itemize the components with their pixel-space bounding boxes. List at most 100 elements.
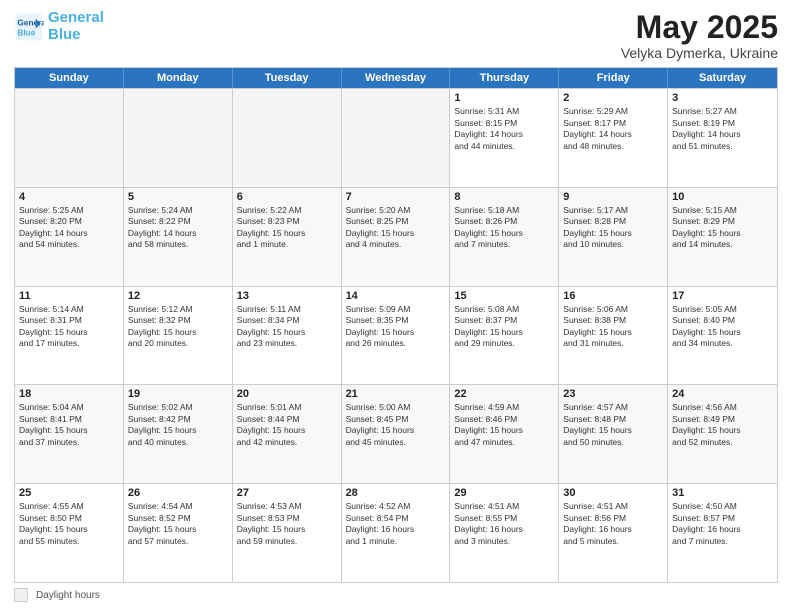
cell-4-6: 31Sunrise: 4:50 AM Sunset: 8:57 PM Dayli… [668, 484, 777, 582]
cell-3-2: 20 Sunrise: 5:01 AM Sunset: 8:44 PM Dayli… [233, 385, 342, 483]
day-num-12: 12 [128, 290, 228, 302]
day-num-18: 18 [19, 388, 119, 400]
cell-text-3-0: Sunrise: 5:04 AM Sunset: 8:41 PM Dayligh… [19, 402, 119, 448]
day-num-15: 15 [454, 290, 554, 302]
cell-1-6: 10 Sunrise: 5:15 AM Sunset: 8:29 PM Dayli… [668, 188, 777, 286]
cell-1-4: 8 Sunrise: 5:18 AM Sunset: 8:26 PM Daylig… [450, 188, 559, 286]
cell-3-6: 24Sunrise: 4:56 AM Sunset: 8:49 PM Dayli… [668, 385, 777, 483]
day-num-27: 27 [237, 487, 337, 499]
day-num-7: 7 [346, 191, 446, 203]
day-num-31: 31 [672, 487, 773, 499]
cell-4-1: 26 Sunrise: 4:54 AM Sunset: 8:52 PM Dayli… [124, 484, 233, 582]
calendar-row-0: 1Sunrise: 5:31 AM Sunset: 8:15 PM Daylig… [15, 88, 777, 187]
cell-text-4-4: Sunrise: 4:51 AM Sunset: 8:55 PM Dayligh… [454, 501, 554, 547]
day-num-13: 13 [237, 290, 337, 302]
logo-general: General [48, 9, 104, 26]
header: General Blue General Blue May 2025 Velyk… [14, 10, 778, 61]
cell-0-1 [124, 89, 233, 187]
cell-2-6: 17 Sunrise: 5:05 AM Sunset: 8:40 PM Dayli… [668, 287, 777, 385]
cell-text-4-3: Sunrise: 4:52 AM Sunset: 8:54 PM Dayligh… [346, 501, 446, 547]
cell-3-0: 18 Sunrise: 5:04 AM Sunset: 8:41 PM Dayli… [15, 385, 124, 483]
day-num-22: 22 [454, 388, 554, 400]
calendar-row-1: 4 Sunrise: 5:25 AM Sunset: 8:20 PM Daylig… [15, 187, 777, 286]
day-num-5: 5 [128, 191, 228, 203]
cell-text-0-4: Sunrise: 5:31 AM Sunset: 8:15 PM Dayligh… [454, 106, 554, 152]
cell-text-4-1: Sunrise: 4:54 AM Sunset: 8:52 PM Dayligh… [128, 501, 228, 547]
day-num-23: 23 [563, 388, 663, 400]
cell-4-3: 28 Sunrise: 4:52 AM Sunset: 8:54 PM Dayli… [342, 484, 451, 582]
cell-3-1: 19Sunrise: 5:02 AM Sunset: 8:42 PM Dayli… [124, 385, 233, 483]
logo: General Blue General Blue [14, 10, 104, 43]
logo-icon: General Blue [14, 12, 44, 42]
cell-text-2-2: Sunrise: 5:11 AM Sunset: 8:34 PM Dayligh… [237, 304, 337, 350]
calendar-row-4: 25Sunrise: 4:55 AM Sunset: 8:50 PM Dayli… [15, 483, 777, 582]
cell-text-2-6: Sunrise: 5:05 AM Sunset: 8:40 PM Dayligh… [672, 304, 773, 350]
cell-text-3-3: Sunrise: 5:00 AM Sunset: 8:45 PM Dayligh… [346, 402, 446, 448]
day-num-8: 8 [454, 191, 554, 203]
title-block: May 2025 Velyka Dymerka, Ukraine [621, 10, 778, 61]
calendar-row-2: 11Sunrise: 5:14 AM Sunset: 8:31 PM Dayli… [15, 286, 777, 385]
cell-1-3: 7 Sunrise: 5:20 AM Sunset: 8:25 PM Daylig… [342, 188, 451, 286]
header-friday: Friday [559, 68, 668, 88]
day-num-10: 10 [672, 191, 773, 203]
cell-text-2-4: Sunrise: 5:08 AM Sunset: 8:37 PM Dayligh… [454, 304, 554, 350]
header-wednesday: Wednesday [342, 68, 451, 88]
cell-2-1: 12Sunrise: 5:12 AM Sunset: 8:32 PM Dayli… [124, 287, 233, 385]
header-saturday: Saturday [668, 68, 777, 88]
cell-text-1-5: Sunrise: 5:17 AM Sunset: 8:28 PM Dayligh… [563, 205, 663, 251]
cell-0-2 [233, 89, 342, 187]
cell-text-1-0: Sunrise: 5:25 AM Sunset: 8:20 PM Dayligh… [19, 205, 119, 251]
cell-text-3-2: Sunrise: 5:01 AM Sunset: 8:44 PM Dayligh… [237, 402, 337, 448]
calendar: Sunday Monday Tuesday Wednesday Thursday… [14, 67, 778, 583]
month-title: May 2025 [621, 10, 778, 45]
cell-2-2: 13 Sunrise: 5:11 AM Sunset: 8:34 PM Dayli… [233, 287, 342, 385]
cell-0-0 [15, 89, 124, 187]
cell-text-1-1: Sunrise: 5:24 AM Sunset: 8:22 PM Dayligh… [128, 205, 228, 251]
cell-text-2-5: Sunrise: 5:06 AM Sunset: 8:38 PM Dayligh… [563, 304, 663, 350]
header-tuesday: Tuesday [233, 68, 342, 88]
cell-2-0: 11Sunrise: 5:14 AM Sunset: 8:31 PM Dayli… [15, 287, 124, 385]
logo-text: General Blue [48, 10, 104, 43]
cell-text-4-0: Sunrise: 4:55 AM Sunset: 8:50 PM Dayligh… [19, 501, 119, 547]
day-num-17: 17 [672, 290, 773, 302]
header-sunday: Sunday [15, 68, 124, 88]
cell-text-1-3: Sunrise: 5:20 AM Sunset: 8:25 PM Dayligh… [346, 205, 446, 251]
legend-label: Daylight hours [36, 590, 100, 601]
cell-3-5: 23 Sunrise: 4:57 AM Sunset: 8:48 PM Dayli… [559, 385, 668, 483]
cell-4-0: 25Sunrise: 4:55 AM Sunset: 8:50 PM Dayli… [15, 484, 124, 582]
day-num-29: 29 [454, 487, 554, 499]
cell-text-3-4: Sunrise: 4:59 AM Sunset: 8:46 PM Dayligh… [454, 402, 554, 448]
day-num-14: 14 [346, 290, 446, 302]
svg-text:Blue: Blue [17, 27, 35, 37]
cell-text-1-2: Sunrise: 5:22 AM Sunset: 8:23 PM Dayligh… [237, 205, 337, 251]
cell-text-1-6: Sunrise: 5:15 AM Sunset: 8:29 PM Dayligh… [672, 205, 773, 251]
day-num-30: 30 [563, 487, 663, 499]
location: Velyka Dymerka, Ukraine [621, 45, 778, 61]
cell-text-0-6: Sunrise: 5:27 AM Sunset: 8:19 PM Dayligh… [672, 106, 773, 152]
legend: Daylight hours [14, 588, 778, 602]
cell-2-3: 14 Sunrise: 5:09 AM Sunset: 8:35 PM Dayli… [342, 287, 451, 385]
day-num-11: 11 [19, 290, 119, 302]
cell-text-2-3: Sunrise: 5:09 AM Sunset: 8:35 PM Dayligh… [346, 304, 446, 350]
cell-0-5: 2Sunrise: 5:29 AM Sunset: 8:17 PM Daylig… [559, 89, 668, 187]
day-num-20: 20 [237, 388, 337, 400]
cell-0-6: 3 Sunrise: 5:27 AM Sunset: 8:19 PM Daylig… [668, 89, 777, 187]
day-num-28: 28 [346, 487, 446, 499]
day-num-3: 3 [672, 92, 773, 104]
day-num-4: 4 [19, 191, 119, 203]
cell-4-4: 29 Sunrise: 4:51 AM Sunset: 8:55 PM Dayli… [450, 484, 559, 582]
cell-0-4: 1Sunrise: 5:31 AM Sunset: 8:15 PM Daylig… [450, 89, 559, 187]
cell-text-0-5: Sunrise: 5:29 AM Sunset: 8:17 PM Dayligh… [563, 106, 663, 152]
cell-1-0: 4 Sunrise: 5:25 AM Sunset: 8:20 PM Daylig… [15, 188, 124, 286]
day-num-9: 9 [563, 191, 663, 203]
cell-text-1-4: Sunrise: 5:18 AM Sunset: 8:26 PM Dayligh… [454, 205, 554, 251]
cell-text-3-5: Sunrise: 4:57 AM Sunset: 8:48 PM Dayligh… [563, 402, 663, 448]
cell-1-1: 5 Sunrise: 5:24 AM Sunset: 8:22 PM Daylig… [124, 188, 233, 286]
logo-blue: Blue [48, 26, 81, 43]
header-thursday: Thursday [450, 68, 559, 88]
cell-2-4: 15 Sunrise: 5:08 AM Sunset: 8:37 PM Dayli… [450, 287, 559, 385]
page: General Blue General Blue May 2025 Velyk… [0, 0, 792, 612]
day-num-26: 26 [128, 487, 228, 499]
cell-2-5: 16Sunrise: 5:06 AM Sunset: 8:38 PM Dayli… [559, 287, 668, 385]
calendar-header: Sunday Monday Tuesday Wednesday Thursday… [15, 68, 777, 88]
